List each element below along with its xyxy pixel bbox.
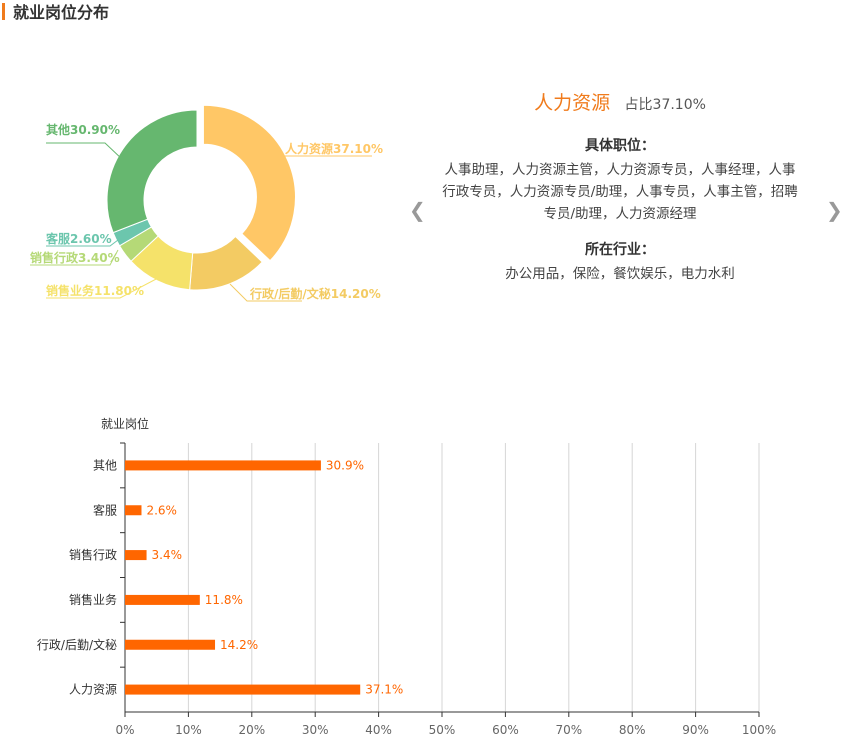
bar-x-tick-label-3: 30% — [302, 723, 329, 737]
prev-arrow-icon[interactable]: ❮ — [409, 198, 426, 222]
donut-leader-line-5 — [46, 142, 124, 161]
donut-label-2: 销售业务11.80% — [46, 283, 144, 298]
bar-category-label-4: 行政/后勤/文秘 — [37, 637, 117, 652]
donut-label-5: 其他30.90% — [46, 122, 120, 137]
bar-x-tick-label-8: 80% — [619, 723, 646, 737]
bar-x-tick-label-10: 100% — [742, 723, 776, 737]
industry-label: 所在行业： — [585, 242, 655, 258]
next-arrow-icon[interactable]: ❯ — [826, 198, 843, 222]
bar-value-label-2: 3.4% — [152, 548, 183, 562]
bar-0[interactable] — [125, 460, 321, 471]
section-title: 就业岗位分布 — [13, 3, 110, 22]
bar-category-label-3: 销售业务 — [69, 592, 117, 607]
bar-5[interactable] — [125, 684, 361, 695]
bar-value-label-3: 11.8% — [205, 593, 243, 607]
bar-x-tick-label-2: 20% — [238, 723, 265, 737]
bar-value-label-4: 14.2% — [220, 638, 258, 652]
donut-slice-5[interactable] — [106, 109, 198, 234]
donut-slice-1[interactable] — [189, 235, 263, 291]
positions-label: 具体职位： — [585, 138, 655, 154]
bar-category-label-2: 销售行政 — [69, 547, 117, 562]
info-panel: 人力资源 占比37.10% 具体职位： 人事助理，人力资源主管，人力资源专员，人… — [430, 88, 810, 285]
donut-label-1: 行政/后勤/文秘14.20% — [249, 286, 381, 301]
donut-label-4: 客服2.60% — [45, 231, 112, 246]
section-header: 就业岗位分布 — [0, 0, 109, 22]
title-accent-bar — [2, 2, 5, 20]
bar-category-label-1: 客服 — [93, 502, 117, 517]
bar-value-label-1: 2.6% — [146, 503, 177, 517]
bar-2[interactable] — [125, 550, 147, 561]
bar-value-label-0: 30.9% — [326, 458, 364, 472]
bar-3[interactable] — [125, 594, 200, 605]
bar-category-label-0: 其他 — [93, 458, 117, 472]
info-header: 人力资源 占比37.10% — [430, 88, 810, 115]
info-ratio: 占比37.10% — [624, 97, 706, 113]
bar-4[interactable] — [125, 639, 216, 650]
bar-value-label-5: 37.1% — [365, 683, 403, 697]
bar-chart: 就业岗位 0% 10% 20% 30% 40% 50% 60% 70% 80% 90% 100% 其他 3… — [37, 416, 776, 737]
industry-text: 办公用品，保险，餐饮娱乐，电力水利 — [505, 266, 735, 282]
info-category-name: 人力资源 — [534, 92, 611, 114]
bar-x-tick-label-6: 60% — [492, 723, 519, 737]
bar-x-tick-label-4: 40% — [365, 723, 392, 737]
bar-x-tick-label-9: 90% — [682, 723, 709, 737]
bar-x-tick-label-1: 10% — [175, 723, 202, 737]
bar-x-tick-label-5: 50% — [429, 723, 456, 737]
bar-x-tick-label-7: 70% — [555, 723, 582, 737]
donut-label-3: 销售行政3.40% — [30, 250, 120, 265]
bar-y-axis-title: 就业岗位 — [101, 416, 149, 431]
bar-1[interactable] — [125, 505, 142, 516]
positions-text: 人事助理，人力资源主管，人力资源专员，人事经理，人事行政专员，人力资源专员/助理… — [442, 162, 798, 222]
donut-slice-0[interactable] — [202, 104, 296, 262]
donut-label-0: 人力资源37.10% — [285, 141, 383, 156]
donut-chart: 人力资源37.10% 行政/后勤/文秘14.20% 销售业务11.80% 销售行政3.… — [30, 104, 383, 302]
bar-x-tick-label-0: 0% — [115, 723, 134, 737]
bar-category-label-5: 人力资源 — [69, 683, 117, 697]
